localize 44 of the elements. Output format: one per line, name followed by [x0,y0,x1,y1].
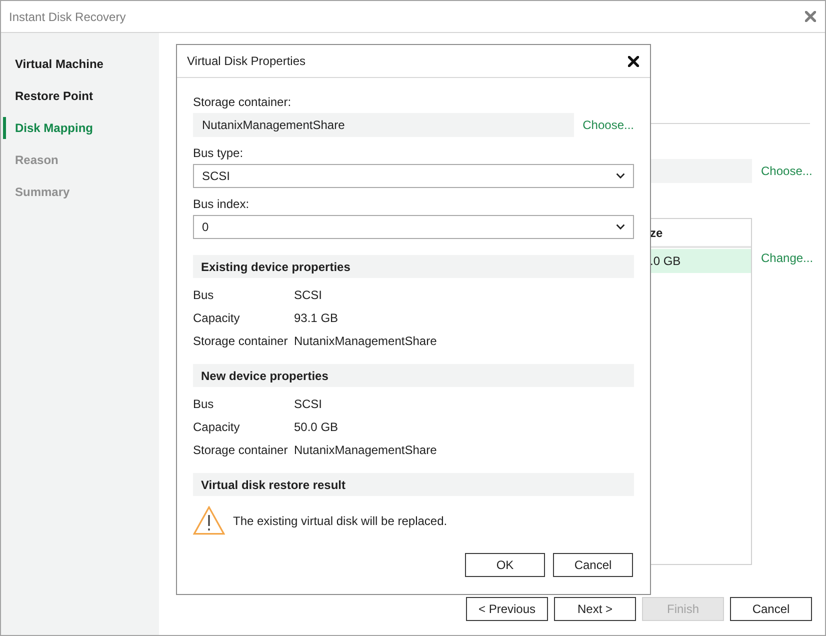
chevron-down-icon [616,224,625,230]
close-icon [804,11,816,22]
dropdown-field[interactable]: 0 [193,215,634,239]
storage-container-field[interactable]: NutanixManagementShare [193,113,574,137]
table-cell[interactable]: .0 GB [650,249,751,273]
warning-message: The existing virtual disk will be replaced. [233,512,448,530]
chevron-down-icon [616,173,625,179]
readonly-field[interactable] [650,159,752,183]
property-value: NutanixManagementShare [294,442,437,458]
change-link[interactable]: Change... [761,250,814,266]
dialog-title: Virtual Disk Properties [187,53,306,70]
section-header: Virtual disk restore result [193,473,634,496]
choose-link[interactable]: Choose... [582,117,634,133]
property-label: Bus [193,286,214,304]
property-value: NutanixManagementShare [294,332,437,350]
wizard-button[interactable]: < Previous [466,597,548,621]
column-header[interactable]: ze [650,224,663,242]
sidebar-item[interactable]: Virtual Machine [3,53,108,75]
property-label: Capacity [193,310,240,326]
wizard-button[interactable]: Next > [554,597,636,621]
dropdown-field[interactable]: SCSI [193,164,634,188]
section-header: Existing device properties [193,255,634,278]
field-label: Storage container: [193,94,292,110]
property-label: Storage container [193,442,288,458]
dialog-button[interactable]: Cancel [553,553,633,577]
warning-icon [193,506,225,535]
dialog-button[interactable]: OK [465,553,545,577]
field-label: Bus type: [193,145,244,161]
sidebar-item[interactable]: Disk Mapping [3,117,98,139]
property-value: SCSI [294,286,322,304]
property-label: Bus [193,396,214,412]
choose-link[interactable]: Choose... [761,163,812,179]
property-value: 50.0 GB [294,418,338,436]
close-button[interactable] [627,55,639,67]
property-value: 93.1 GB [294,310,338,326]
field-label: Bus index: [193,196,250,212]
property-value: SCSI [294,396,322,412]
sidebar-item[interactable]: Restore Point [3,85,98,107]
window-title: Instant Disk Recovery [9,8,126,26]
property-label: Capacity [193,418,240,436]
section-header: New device properties [193,364,634,387]
wizard-button[interactable]: Cancel [730,597,812,621]
property-label: Storage container [193,332,288,350]
close-icon [628,56,638,66]
